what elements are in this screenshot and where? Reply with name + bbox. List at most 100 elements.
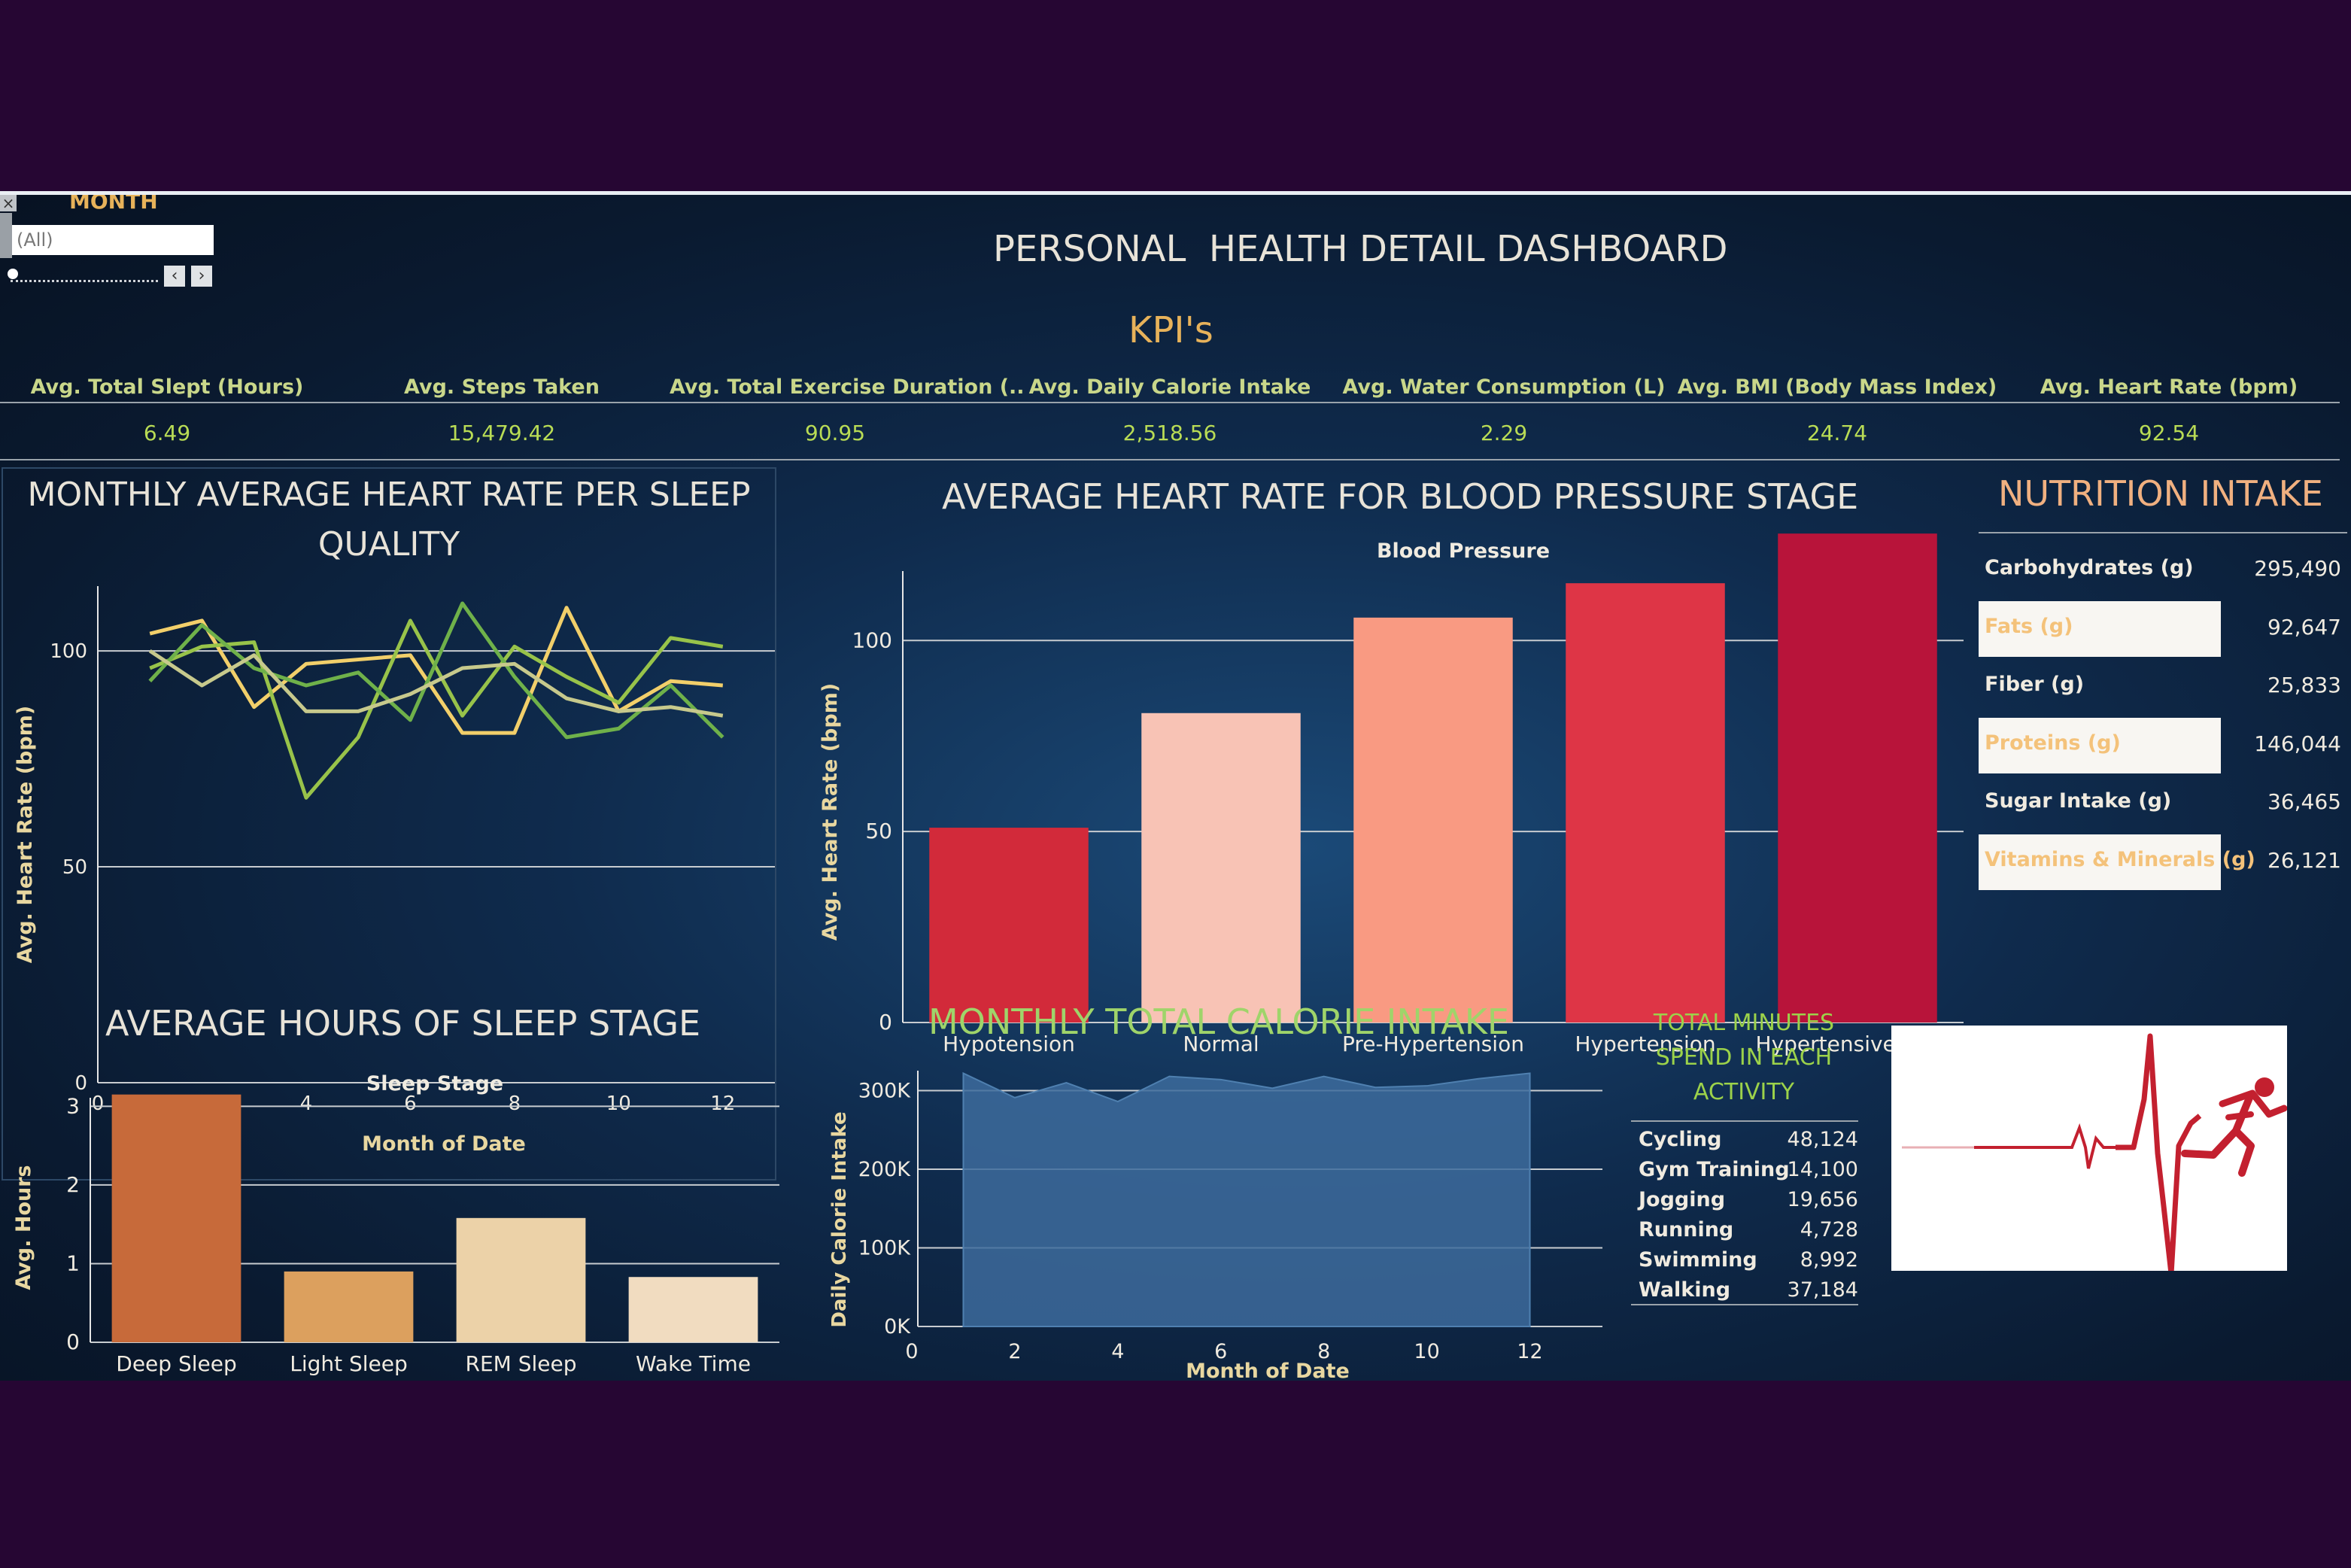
nutrition-value: 25,833 — [2267, 673, 2341, 697]
activity-value: 48,124 — [1787, 1128, 1858, 1151]
activity-label: Walking — [1639, 1278, 1731, 1302]
bar — [456, 1217, 586, 1342]
x-tick-label: 0 — [905, 1340, 918, 1363]
kpi-value: 92.54 — [2138, 421, 2200, 445]
kpi-divider-bottom — [0, 459, 2340, 460]
kpi-label: Avg. Heart Rate (bpm) — [2040, 375, 2298, 399]
sleep-panel-title: AVERAGE HOURS OF SLEEP STAGE — [105, 1003, 701, 1044]
y-axis-label: Avg. Heart Rate (bpm) — [14, 706, 37, 963]
calorie-panel-title: MONTHLY TOTAL CALORIE INTAKE — [928, 1001, 1509, 1042]
activity-label: Jogging — [1639, 1188, 1726, 1211]
bar — [111, 1094, 241, 1342]
y-tick-label: 300K — [858, 1079, 912, 1102]
bar — [929, 828, 1089, 1023]
y-tick-label: 100 — [852, 628, 892, 652]
activity-title-line3: ACTIVITY — [1693, 1079, 1795, 1105]
activity-row: Walking 37,184 — [1633, 1275, 1858, 1305]
nutrition-value: 92,647 — [2267, 614, 2341, 640]
activity-label: Running — [1639, 1218, 1734, 1241]
sleep-bar-chart: Sleep Stage 0 1 2 3 Avg. Hours Deep Sleep Light… — [12, 1072, 779, 1376]
calorie-area-chart: 0K100K200K300K0 2 4 6 8 10 12Month of DateDail… — [828, 1071, 1602, 1381]
kpi-label: Avg. Daily Calorie Intake — [1028, 375, 1311, 399]
month-slider-thumb[interactable] — [8, 269, 18, 279]
bar — [1141, 713, 1301, 1023]
kpi-value: 2,518.56 — [1122, 421, 1217, 445]
y-tick-label: 100 — [50, 640, 87, 663]
next-month-button[interactable]: › — [191, 266, 212, 287]
activity-label: Swimming — [1639, 1248, 1757, 1272]
y-tick-label: 200K — [858, 1158, 912, 1181]
kpi-divider-top — [0, 402, 2340, 403]
activity-row: Running 4,728 — [1633, 1215, 1858, 1245]
activity-value: 4,728 — [1800, 1218, 1858, 1241]
activity-value: 14,100 — [1787, 1158, 1858, 1181]
filter-handle[interactable] — [0, 213, 12, 258]
month-filter-input[interactable]: (All) — [12, 225, 214, 255]
chart-title: Sleep Stage — [366, 1072, 503, 1095]
x-tick-label: 4 — [1111, 1340, 1124, 1363]
month-slider[interactable] — [11, 274, 158, 282]
close-icon[interactable]: × — [0, 195, 17, 211]
activity-title-line1: TOTAL MINUTES — [1653, 1010, 1835, 1036]
kpi-label: Avg. Total Exercise Duration (.. — [670, 375, 1025, 399]
heart-rate-title-line1: MONTHLY AVERAGE HEART RATE PER SLEEP — [27, 476, 751, 514]
nutrition-row: Proteins (g) 146,044 — [1979, 717, 2347, 773]
bar — [628, 1277, 758, 1342]
area-series — [962, 1071, 1531, 1327]
prev-month-button[interactable]: ‹ — [164, 266, 185, 287]
nutrition-row: Fiber (g) 25,833 — [1979, 659, 2347, 713]
x-tick-label: Light Sleep — [290, 1351, 408, 1376]
kpi-value: 15,479.42 — [448, 421, 556, 445]
activity-value: 37,184 — [1787, 1278, 1858, 1302]
activity-row: Swimming 8,992 — [1633, 1245, 1858, 1275]
y-tick-label: 1 — [66, 1250, 80, 1275]
heartbeat-runner-image — [1891, 1026, 2288, 1277]
nutrition-divider — [1979, 532, 2347, 533]
activity-row: Cycling 48,124 — [1633, 1125, 1858, 1155]
bar — [1353, 617, 1513, 1023]
activity-value: 19,656 — [1787, 1188, 1858, 1211]
kpi-label: Avg. Total Slept (Hours) — [30, 375, 304, 399]
y-tick-label: 50 — [62, 856, 87, 879]
nutrition-value: 36,465 — [2267, 789, 2341, 814]
kpi-value: 24.74 — [1806, 421, 1868, 445]
nutrition-label: Fiber (g) — [1985, 673, 2085, 696]
kpi-label: Avg. Steps Taken — [404, 375, 600, 399]
activity-row: Jogging 19,656 — [1633, 1185, 1858, 1215]
nutrition-label: Sugar Intake (g) — [1985, 789, 2172, 813]
bp-bar-chart: Blood Pressure 0 50 100 Avg. Heart Rate (bpm… — [819, 533, 1964, 1056]
activity-label: Gym Training — [1639, 1158, 1790, 1181]
kpi-label: Avg. BMI (Body Mass Index) — [1677, 375, 1997, 399]
heartbeat-runner-icon — [1902, 1033, 2288, 1277]
chart-title: Blood Pressure — [1377, 539, 1550, 563]
y-tick-label: 0K — [884, 1315, 911, 1339]
activity-row: Gym Training 14,100 — [1633, 1155, 1858, 1185]
bp-panel-title: AVERAGE HEART RATE FOR BLOOD PRESSURE ST… — [942, 476, 1859, 517]
y-tick-label: 50 — [865, 819, 892, 843]
x-axis-label: Month of Date — [1186, 1360, 1350, 1381]
kpi-label: Avg. Water Consumption (L) — [1342, 375, 1666, 399]
kpi-value: 6.49 — [143, 421, 191, 445]
activity-title: TOTAL MINUTES SPEND IN EACH ACTIVITY — [1631, 1006, 1857, 1110]
y-tick-label: 0 — [66, 1329, 80, 1354]
y-tick-label: 0 — [879, 1010, 892, 1035]
nutrition-label: Proteins (g) — [1985, 731, 2121, 755]
nutrition-row: Vitamins & Minerals (g) 26,121 — [1979, 834, 2347, 890]
activity-value: 8,992 — [1800, 1248, 1858, 1272]
nutrition-value: 26,121 — [2267, 847, 2341, 873]
activity-title-line2: SPEND IN EACH — [1655, 1044, 1833, 1071]
x-tick-label: Deep Sleep — [116, 1351, 236, 1376]
nutrition-value: 146,044 — [2254, 731, 2341, 756]
y-axis-label: Avg. Hours — [12, 1165, 35, 1290]
activity-label: Cycling — [1639, 1128, 1722, 1151]
bar — [1566, 583, 1725, 1023]
bar — [284, 1271, 414, 1342]
heart-rate-panel-title: MONTHLY AVERAGE HEART RATE PER SLEEP QUA… — [2, 470, 776, 570]
x-tick-label: 10 — [1414, 1340, 1439, 1363]
y-tick-label: 100K — [858, 1236, 912, 1260]
nutrition-label: Carbohydrates (g) — [1985, 556, 2194, 579]
x-tick-label: REM Sleep — [466, 1351, 577, 1376]
dashboard: × MONTH (All) ‹ › PERSONAL HEALTH DETAIL… — [0, 191, 2351, 1381]
nutrition-row: Fats (g) 92,647 — [1979, 600, 2347, 657]
heart-rate-title-line2: QUALITY — [317, 525, 460, 564]
